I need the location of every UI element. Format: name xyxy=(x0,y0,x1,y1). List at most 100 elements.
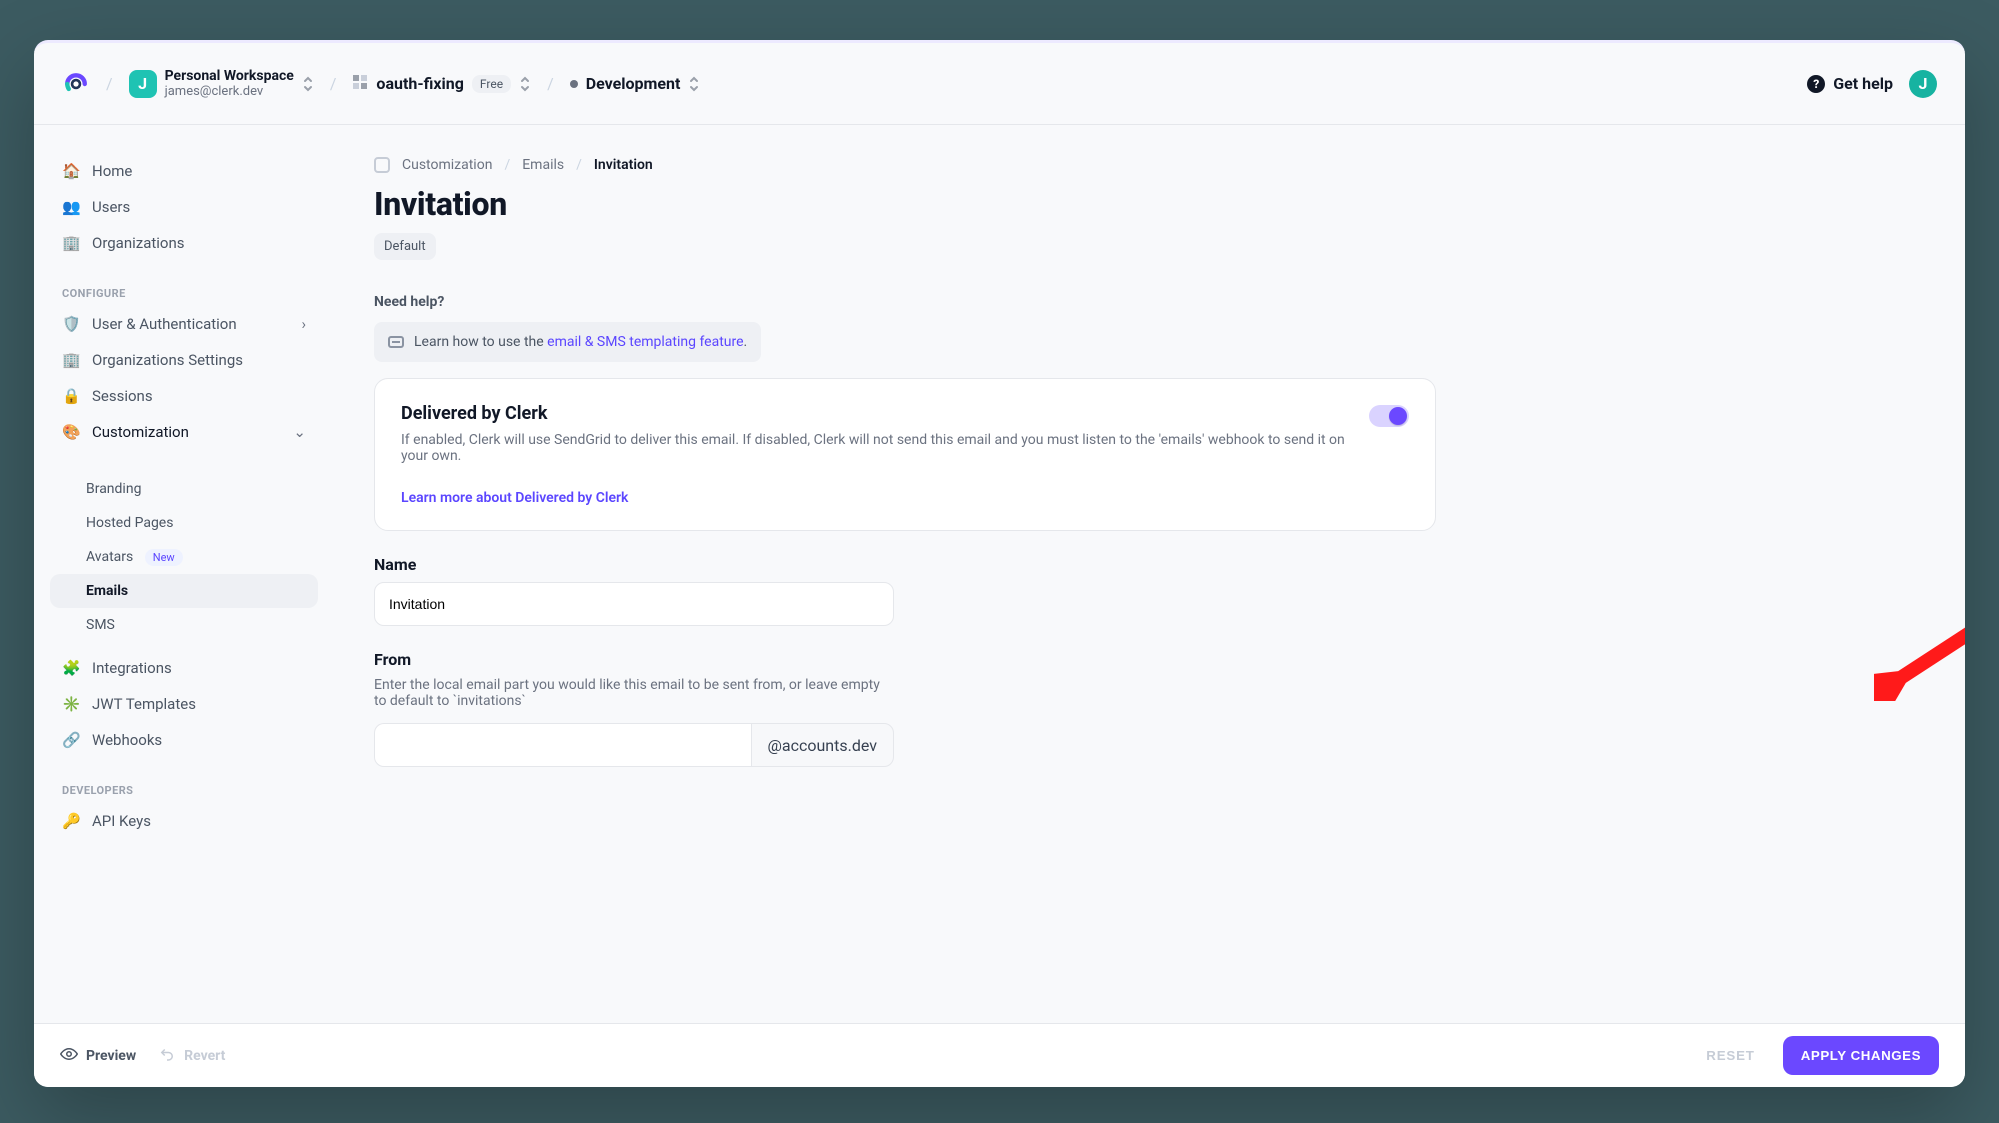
help-link[interactable]: email & SMS templating feature xyxy=(547,334,743,350)
env-dot-icon xyxy=(570,80,578,88)
workspace-selector[interactable]: J Personal Workspace james@clerk.dev xyxy=(129,68,314,99)
page-title: Invitation xyxy=(374,185,1925,223)
from-domain-addon: @accounts.dev xyxy=(751,723,894,767)
subnav-hosted-pages[interactable]: Hosted Pages xyxy=(50,506,318,540)
palette-icon: 🎨 xyxy=(62,423,80,441)
topbar-right: ? Get help J xyxy=(1807,70,1937,98)
nav-more: 🧩 Integrations ✳️ JWT Templates 🔗 Webhoo… xyxy=(50,650,318,758)
sidebar-item-label: API Keys xyxy=(92,812,151,830)
sidebar-item-api-keys[interactable]: 🔑 API Keys xyxy=(50,803,318,839)
subnav-sms[interactable]: SMS xyxy=(50,608,318,642)
environment-selector[interactable]: Development xyxy=(570,74,701,93)
help-text: Learn how to use the xyxy=(414,334,547,350)
environment-name: Development xyxy=(586,74,681,93)
toggle-knob-icon xyxy=(1389,407,1407,425)
name-input[interactable] xyxy=(374,582,894,626)
sidebar-item-customization[interactable]: 🎨 Customization ⌄ xyxy=(50,414,318,450)
sidebar-item-jwt-templates[interactable]: ✳️ JWT Templates xyxy=(50,686,318,722)
from-input[interactable] xyxy=(374,723,751,767)
shield-icon: 🛡️ xyxy=(62,315,80,333)
crumb-invitation: Invitation xyxy=(594,157,653,173)
need-help-label: Need help? xyxy=(374,294,1925,310)
sidebar-item-user-auth[interactable]: 🛡️ User & Authentication › xyxy=(50,306,318,342)
reset-button[interactable]: RESET xyxy=(1700,1047,1760,1064)
from-label: From xyxy=(374,650,894,669)
breadcrumb-separator: / xyxy=(504,157,510,173)
nav-developers: 🔑 API Keys xyxy=(50,803,318,839)
apply-changes-button[interactable]: APPLY CHANGES xyxy=(1783,1036,1939,1075)
sidebar-item-label: Integrations xyxy=(92,659,172,677)
jwt-icon: ✳️ xyxy=(62,695,80,713)
delivered-by-clerk-toggle[interactable] xyxy=(1369,405,1409,427)
breadcrumbs: Customization / Emails / Invitation xyxy=(374,157,1925,173)
preview-button[interactable]: Preview xyxy=(60,1045,136,1067)
sidebar-item-sessions[interactable]: 🔒 Sessions xyxy=(50,378,318,414)
project-name: oauth-fixing xyxy=(376,74,463,93)
field-name: Name xyxy=(374,555,894,626)
crumb-customization[interactable]: Customization xyxy=(402,157,492,173)
body: 🏠 Home 👥 Users 🏢 Organizations CONFIGURE xyxy=(34,125,1965,1023)
nav-main: 🏠 Home 👥 Users 🏢 Organizations xyxy=(50,153,318,261)
sidebar-item-label: Organizations Settings xyxy=(92,351,243,369)
chevron-right-icon: › xyxy=(301,315,306,333)
sidebar-item-home[interactable]: 🏠 Home xyxy=(50,153,318,189)
panel-title: Delivered by Clerk xyxy=(401,403,1351,424)
eye-icon xyxy=(60,1045,78,1067)
environment-caret-icon xyxy=(688,75,700,93)
project-selector[interactable]: oauth-fixing Free xyxy=(352,74,531,94)
panel-description: If enabled, Clerk will use SendGrid to d… xyxy=(401,432,1351,464)
sidebar-item-label: JWT Templates xyxy=(92,695,196,713)
app-window: / J Personal Workspace james@clerk.dev /… xyxy=(34,40,1965,1087)
lock-icon: 🔒 xyxy=(62,387,80,405)
sidebar-item-label: Users xyxy=(92,198,130,216)
webhook-icon: 🔗 xyxy=(62,731,80,749)
puzzle-icon: 🧩 xyxy=(62,659,80,677)
org-icon: 🏢 xyxy=(62,234,80,252)
org-settings-icon: 🏢 xyxy=(62,351,80,369)
revert-button[interactable]: Revert xyxy=(158,1045,225,1067)
field-from: From Enter the local email part you woul… xyxy=(374,650,894,767)
sidebar-item-organizations-settings[interactable]: 🏢 Organizations Settings xyxy=(50,342,318,378)
sidebar-item-users[interactable]: 👥 Users xyxy=(50,189,318,225)
section-title-developers: DEVELOPERS xyxy=(50,780,318,803)
subnav-emails[interactable]: Emails xyxy=(50,574,318,608)
help-button[interactable]: ? Get help xyxy=(1807,74,1893,93)
help-block: Need help? Learn how to use the email & … xyxy=(374,294,1925,362)
key-icon: 🔑 xyxy=(62,812,80,830)
breadcrumb-separator: / xyxy=(330,74,337,93)
palette-icon xyxy=(374,157,390,173)
breadcrumb-separator: / xyxy=(547,74,554,93)
clerk-logo-icon xyxy=(62,70,90,98)
user-avatar[interactable]: J xyxy=(1909,70,1937,98)
sidebar-item-integrations[interactable]: 🧩 Integrations xyxy=(50,650,318,686)
sidebar: 🏠 Home 👥 Users 🏢 Organizations CONFIGURE xyxy=(34,125,334,1023)
grid-icon xyxy=(352,74,368,94)
topbar: / J Personal Workspace james@clerk.dev /… xyxy=(34,43,1965,125)
revert-icon xyxy=(158,1045,176,1067)
sidebar-item-organizations[interactable]: 🏢 Organizations xyxy=(50,225,318,261)
annotation-arrow xyxy=(1874,581,1965,701)
learn-more-link[interactable]: Learn more about Delivered by Clerk xyxy=(401,490,628,506)
nav-configure: 🛡️ User & Authentication › 🏢 Organizatio… xyxy=(50,306,318,450)
from-help: Enter the local email part you would lik… xyxy=(374,677,894,709)
subnav-avatars[interactable]: Avatars New xyxy=(50,540,318,574)
subnav-customization: Branding Hosted Pages Avatars New Emails… xyxy=(50,472,318,642)
workspace-chip: J xyxy=(129,70,157,98)
workspace-caret-icon xyxy=(302,75,314,93)
sidebar-item-label: User & Authentication xyxy=(92,315,237,333)
home-icon: 🏠 xyxy=(62,162,80,180)
new-badge: New xyxy=(145,549,183,566)
sidebar-item-label: Customization xyxy=(92,423,189,441)
help-label: Get help xyxy=(1833,74,1893,93)
help-icon: ? xyxy=(1807,75,1825,93)
workspace-email: james@clerk.dev xyxy=(165,84,294,99)
sidebar-item-label: Home xyxy=(92,162,132,180)
revert-label: Revert xyxy=(184,1048,225,1064)
crumb-emails[interactable]: Emails xyxy=(522,157,564,173)
sidebar-item-label: Webhooks xyxy=(92,731,162,749)
sidebar-item-webhooks[interactable]: 🔗 Webhooks xyxy=(50,722,318,758)
subnav-branding[interactable]: Branding xyxy=(50,472,318,506)
status-badge: Default xyxy=(374,233,436,260)
plan-badge: Free xyxy=(472,75,511,93)
workspace-meta: Personal Workspace james@clerk.dev xyxy=(165,68,294,99)
